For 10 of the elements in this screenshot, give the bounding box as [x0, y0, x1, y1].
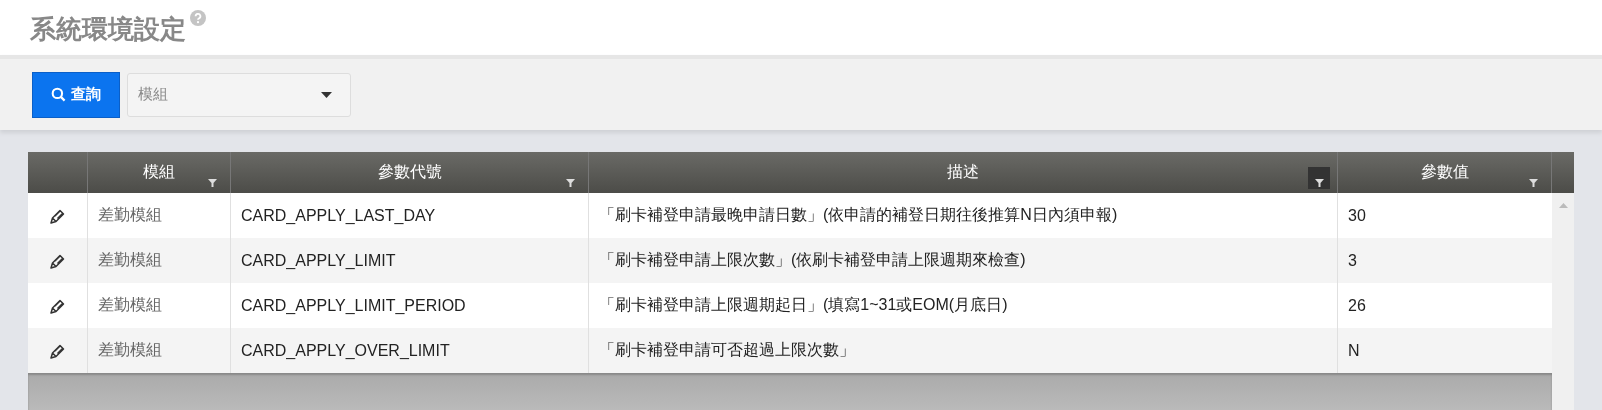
caret-icon: [321, 91, 332, 98]
table-cell-text: N: [1347, 340, 1361, 361]
table-cell-text: 3: [1347, 250, 1358, 271]
search-button[interactable]: 查詢: [32, 71, 120, 118]
page-title: 系統環境設定: [30, 13, 186, 46]
filter-icon[interactable]: [1308, 167, 1330, 189]
module-select[interactable]: 模組: [127, 72, 351, 117]
table-cell-text: 30: [1347, 205, 1367, 226]
table-cell-text: 26: [1347, 295, 1367, 316]
search-icon: [51, 87, 66, 102]
